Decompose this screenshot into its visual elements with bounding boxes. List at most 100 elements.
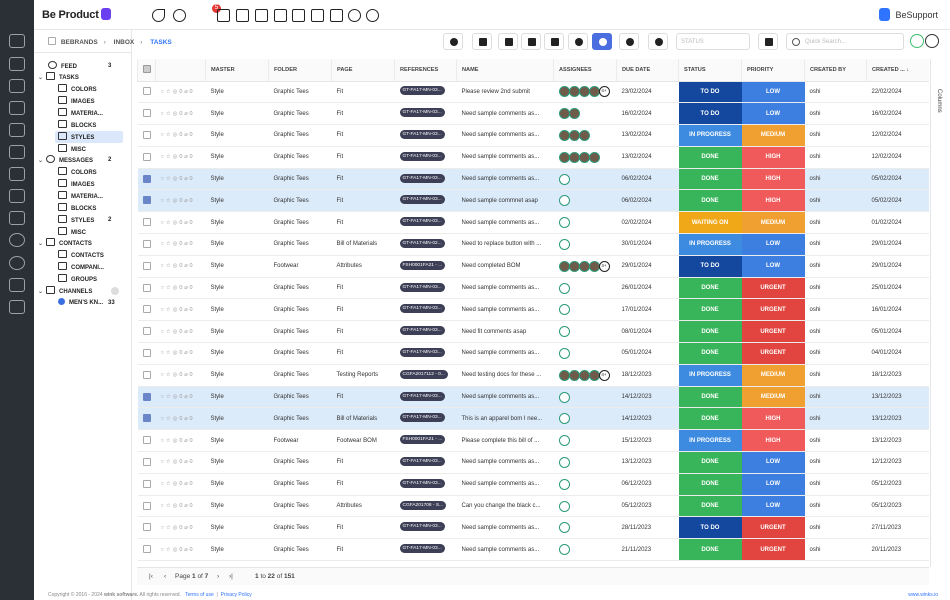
prev-page-icon[interactable]: ‹: [164, 573, 166, 580]
assignee-avatar[interactable]: [578, 129, 590, 141]
sidebar-channel-item[interactable]: MEN'S KN... 33: [58, 298, 115, 309]
sidebar-item-feed[interactable]: FEED 3: [48, 61, 111, 72]
cell-assignees[interactable]: [553, 516, 617, 540]
cell-assignees[interactable]: 4+: [553, 255, 617, 278]
header-name[interactable]: NAME: [456, 59, 554, 82]
reference-chip[interactable]: GT-FA17-MN-03...: [399, 326, 445, 336]
cell-name[interactable]: Need sample comments as...: [456, 102, 554, 126]
assignee-avatar[interactable]: [588, 86, 600, 98]
cell-reference[interactable]: GT-FA17-MN-03...: [394, 189, 457, 213]
sidebar-task-misc[interactable]: MISC: [58, 144, 86, 155]
cell-priority[interactable]: URGENT: [741, 298, 805, 322]
rail-docs-icon[interactable]: [9, 300, 25, 314]
table-row[interactable]: ○ ☆ ◎ 0 ⌀ 0 Style Graphic Tees Fit GT-FA17-M…: [137, 189, 929, 213]
row-checkbox[interactable]: [137, 255, 156, 278]
cell-priority[interactable]: LOW: [741, 81, 805, 104]
reference-chip[interactable]: CGFA2017112 - 0...: [399, 369, 448, 379]
cell-priority[interactable]: HIGH: [741, 429, 805, 453]
table-row[interactable]: ○ ☆ ◎ 0 ⌀ 0 Style Footwear Attributes FSH000…: [137, 255, 929, 278]
cell-priority[interactable]: LOW: [741, 255, 805, 278]
rail-board-icon[interactable]: [9, 211, 25, 225]
cell-status[interactable]: DONE: [678, 320, 742, 344]
cell-reference[interactable]: GT-FA17-MN-03...: [394, 81, 457, 104]
besupport-link[interactable]: BeSupport: [879, 8, 938, 21]
assignee-avatar[interactable]: [558, 86, 570, 98]
rail-colors-icon[interactable]: [9, 101, 25, 115]
reference-chip[interactable]: GT-FA17-MN-03...: [399, 522, 445, 532]
cell-status[interactable]: DONE: [678, 189, 742, 213]
sort-desc-icon[interactable]: ↓: [906, 67, 909, 73]
app-icon-3[interactable]: [255, 9, 268, 22]
header-folder[interactable]: FOLDER: [268, 59, 332, 82]
table-row[interactable]: ○ ☆ ◎ 0 ⌀ 0 Style Graphic Tees Fit GT-FA17-M…: [137, 342, 929, 365]
cell-reference[interactable]: GT-FA17-MN-03...: [394, 342, 457, 365]
cell-name[interactable]: Need sample comments as...: [456, 538, 554, 562]
reference-chip[interactable]: GT-FA17-MN-03...: [399, 151, 445, 161]
assignee-avatar[interactable]: [568, 86, 580, 98]
wink-link[interactable]: www.winks.io: [908, 592, 938, 598]
cell-priority[interactable]: HIGH: [741, 189, 805, 213]
table-row[interactable]: ○ ☆ ◎ 0 ⌀ 0 Style Graphic Tees Fit GT-FA17-M…: [137, 211, 929, 235]
sidebar-contacts-companies[interactable]: COMPANI...: [58, 262, 104, 273]
cell-priority[interactable]: LOW: [741, 233, 805, 256]
quick-search-input[interactable]: Quick Search...: [786, 33, 904, 50]
assignee-avatar[interactable]: [588, 369, 600, 381]
row-checkbox[interactable]: [137, 233, 156, 256]
cell-name[interactable]: Need sample comments as...: [456, 124, 554, 147]
app-icon-2[interactable]: [236, 9, 249, 22]
cell-name[interactable]: Need sample comments as...: [456, 516, 554, 540]
assignee-avatar[interactable]: [558, 435, 570, 447]
more-assignees-badge[interactable]: 4+: [598, 260, 610, 272]
reference-chip[interactable]: GT-FA17-MN-03...: [399, 86, 445, 96]
cell-reference[interactable]: GT-FA17-MN-03...: [394, 516, 457, 540]
breadcrumb-tasks[interactable]: TASKS: [150, 39, 172, 46]
add-task-icon[interactable]: [910, 34, 924, 48]
status-filter-input[interactable]: STATUS: [676, 33, 750, 50]
assignee-avatar[interactable]: [578, 369, 590, 381]
cell-assignees[interactable]: [553, 124, 617, 147]
lightning-icon[interactable]: [925, 34, 939, 48]
rail-gallery-icon[interactable]: [9, 167, 25, 181]
cell-priority[interactable]: URGENT: [741, 538, 805, 562]
sidebar-task-images[interactable]: IMAGES: [58, 96, 95, 107]
row-actions[interactable]: ○ ☆ ◎ 0 ⌀ 0: [155, 516, 206, 540]
cell-status[interactable]: DONE: [678, 168, 742, 191]
row-actions[interactable]: ○ ☆ ◎ 0 ⌀ 0: [155, 407, 206, 431]
row-actions[interactable]: ○ ☆ ◎ 0 ⌀ 0: [155, 102, 206, 126]
sidebar-msg-misc[interactable]: MISC: [58, 227, 86, 238]
cell-assignees[interactable]: [553, 168, 617, 191]
row-actions[interactable]: ○ ☆ ◎ 0 ⌀ 0: [155, 255, 206, 278]
reference-chip[interactable]: GT-FA17-MN-03...: [399, 391, 445, 401]
cell-reference[interactable]: GT-FA17-MN-03...: [394, 473, 457, 496]
header-references[interactable]: REFERENCES: [394, 59, 457, 82]
assignee-avatar[interactable]: [568, 260, 580, 272]
cell-assignees[interactable]: [553, 189, 617, 213]
cell-reference[interactable]: GT-FA17-MN-03...: [394, 407, 457, 431]
cell-name[interactable]: Need sample comments as...: [456, 298, 554, 322]
star-view-button[interactable]: [472, 33, 492, 50]
cell-priority[interactable]: LOW: [741, 473, 805, 496]
cell-status[interactable]: DONE: [678, 342, 742, 365]
rail-styles-icon[interactable]: [9, 57, 25, 71]
cell-name[interactable]: Need sample commnet asap: [456, 189, 554, 213]
cell-status[interactable]: DONE: [678, 407, 742, 431]
row-actions[interactable]: ○ ☆ ◎ 0 ⌀ 0: [155, 233, 206, 256]
assignee-avatar[interactable]: [558, 129, 570, 141]
table-row[interactable]: ○ ☆ ◎ 0 ⌀ 0 Style Graphic Tees Fit GT-FA17-M…: [137, 102, 929, 126]
sidebar-contacts-groups[interactable]: GROUPS: [58, 274, 97, 285]
first-page-icon[interactable]: |‹: [149, 573, 153, 580]
rail-materials-icon[interactable]: [9, 79, 25, 93]
cell-status[interactable]: DONE: [678, 298, 742, 322]
header-page[interactable]: PAGE: [331, 59, 395, 82]
row-checkbox[interactable]: [137, 342, 156, 365]
row-checkbox[interactable]: [137, 407, 156, 431]
rail-globe-icon[interactable]: [9, 233, 25, 247]
cell-reference[interactable]: GT-FA17-MN-03...: [394, 298, 457, 322]
cell-name[interactable]: Need to replace button with ...: [456, 233, 554, 256]
assignee-avatar[interactable]: [558, 282, 570, 294]
reference-chip[interactable]: CGFA201708 - S...: [399, 500, 447, 510]
assignee-view-button[interactable]: [619, 33, 639, 50]
table-row[interactable]: ○ ☆ ◎ 0 ⌀ 0 Style Graphic Tees Fit GT-FA17-M…: [137, 320, 929, 344]
sidebar-item-tasks[interactable]: ⌄ TASKS: [38, 72, 79, 83]
cell-status[interactable]: TO DO: [678, 81, 742, 104]
